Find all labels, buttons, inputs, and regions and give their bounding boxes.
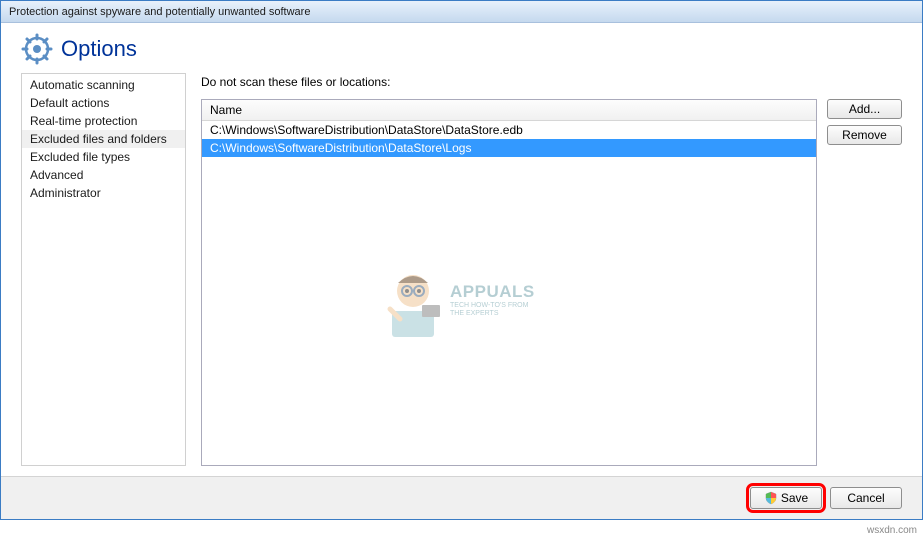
watermark-brand: APPUALS [450, 282, 535, 302]
main-panel: Do not scan these files or locations: Na… [201, 73, 902, 466]
panel-label: Do not scan these files or locations: [201, 73, 902, 89]
sidebar-item-administrator[interactable]: Administrator [22, 184, 185, 202]
gear-icon [21, 33, 53, 65]
options-window: Protection against spyware and potential… [0, 0, 923, 520]
content-area: Automatic scanning Default actions Real-… [1, 73, 922, 476]
sidebar-item-excluded-files-folders[interactable]: Excluded files and folders [22, 130, 185, 148]
watermark-tagline-2: THE EXPERTS [450, 310, 535, 318]
window-title: Protection against spyware and potential… [9, 6, 310, 18]
main-row: Name C:\Windows\SoftwareDistribution\Dat… [201, 99, 902, 466]
column-header-name[interactable]: Name [202, 100, 816, 121]
sidebar-item-real-time-protection[interactable]: Real-time protection [22, 112, 185, 130]
remove-button[interactable]: Remove [827, 125, 902, 145]
watermark-tagline-1: TECH HOW-TO'S FROM [450, 302, 535, 310]
shield-icon [764, 491, 778, 505]
titlebar: Protection against spyware and potential… [1, 1, 922, 23]
sidebar-item-advanced[interactable]: Advanced [22, 166, 185, 184]
cancel-button[interactable]: Cancel [830, 487, 902, 509]
sidebar-item-excluded-file-types[interactable]: Excluded file types [22, 148, 185, 166]
save-button[interactable]: Save [750, 487, 822, 509]
side-buttons: Add... Remove [827, 99, 902, 466]
options-sidebar: Automatic scanning Default actions Real-… [21, 73, 186, 466]
sidebar-item-default-actions[interactable]: Default actions [22, 94, 185, 112]
add-button[interactable]: Add... [827, 99, 902, 119]
mascot-icon [382, 261, 444, 339]
header: Options [1, 23, 922, 73]
footer: Save Cancel [1, 476, 922, 519]
sidebar-item-automatic-scanning[interactable]: Automatic scanning [22, 76, 185, 94]
list-item[interactable]: C:\Windows\SoftwareDistribution\DataStor… [202, 121, 816, 139]
page-title: Options [61, 36, 137, 62]
list-items-container: C:\Windows\SoftwareDistribution\DataStor… [202, 121, 816, 465]
exclusions-listbox[interactable]: Name C:\Windows\SoftwareDistribution\Dat… [201, 99, 817, 466]
attribution-text: wsxdn.com [867, 525, 917, 536]
watermark: APPUALS TECH HOW-TO'S FROM THE EXPERTS [382, 261, 535, 339]
list-item[interactable]: C:\Windows\SoftwareDistribution\DataStor… [202, 139, 816, 157]
save-button-label: Save [781, 491, 808, 505]
